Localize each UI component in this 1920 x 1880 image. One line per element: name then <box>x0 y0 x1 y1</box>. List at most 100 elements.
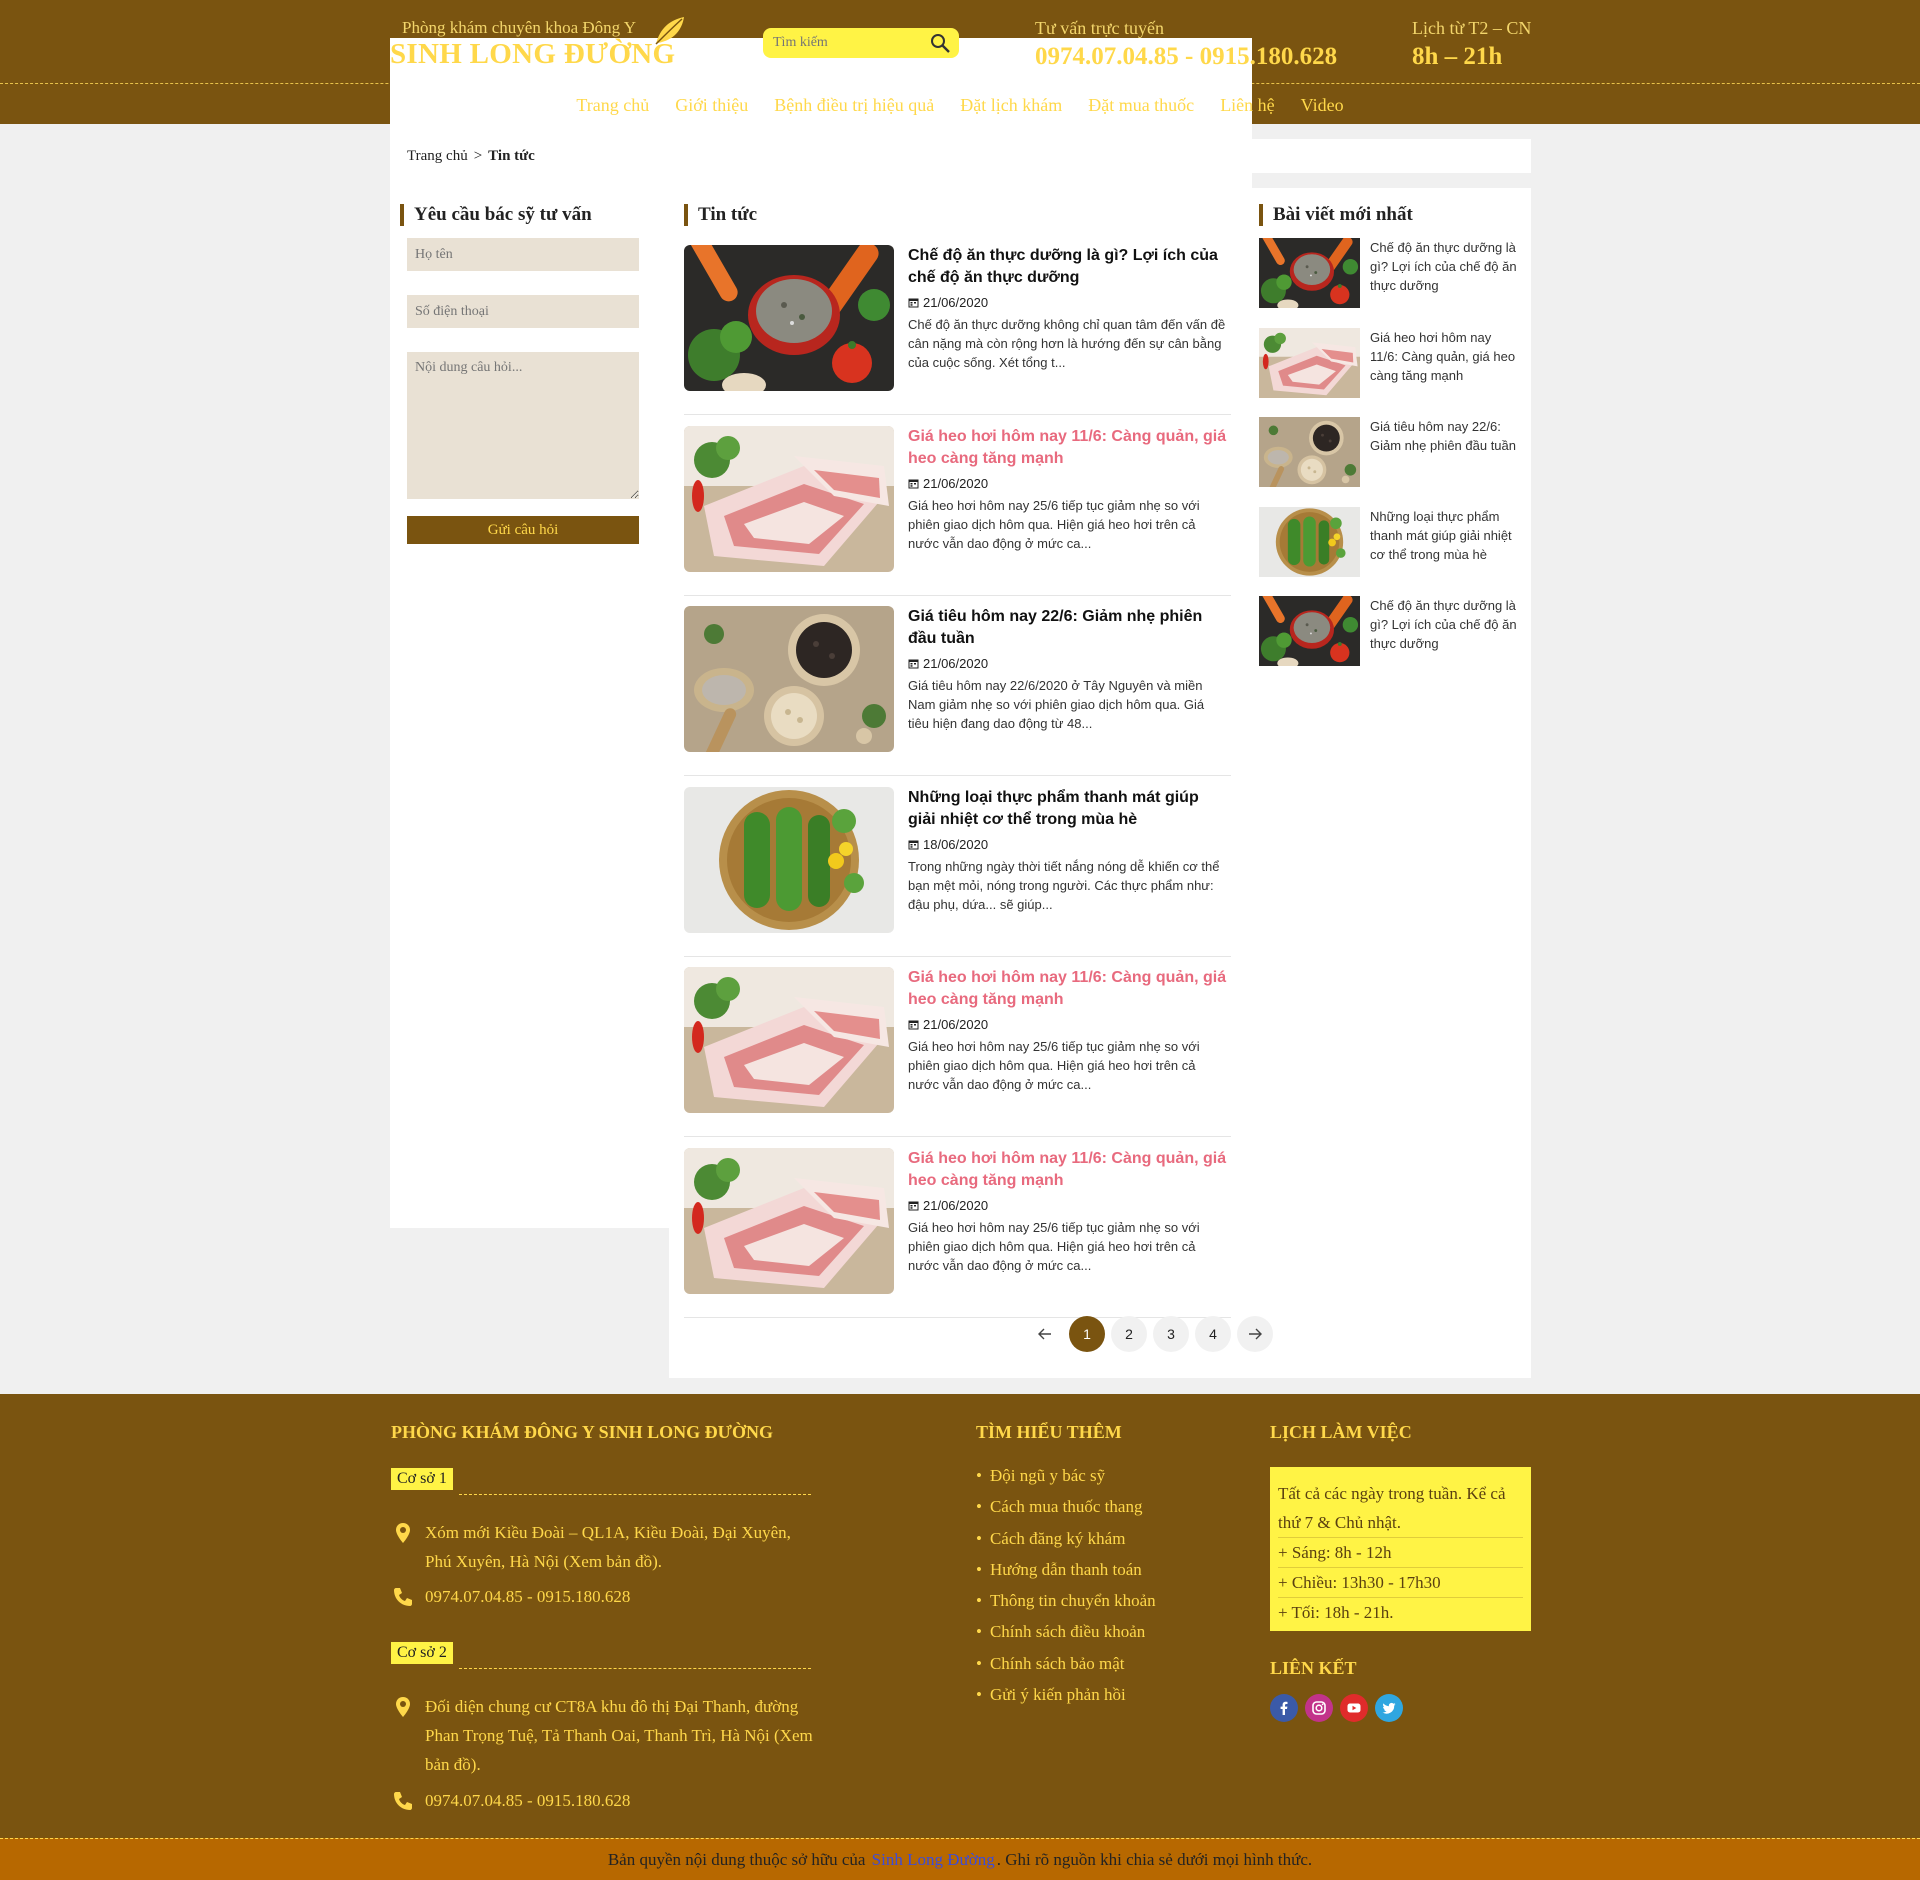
schedule-row: + Chiều: 13h30 - 17h30 <box>1278 1568 1523 1598</box>
copyright-prefix: Bản quyền nội dung thuộc sở hữu của <box>607 1849 866 1869</box>
news-post-thumbnail[interactable] <box>684 606 894 752</box>
news-post-thumbnail[interactable] <box>684 245 894 391</box>
nav-home[interactable]: Trang chủ <box>563 95 662 116</box>
news-post-info: Giá heo hơi hôm nay 11/6: Càng quản, giá… <box>908 1148 1228 1275</box>
latest-post-item[interactable]: Giá tiêu hôm nay 22/6: Giảm nhẹ phiên đầ… <box>1259 417 1529 489</box>
branch-1-address: Xóm mới Kiều Đoài – QL1A, Kiều Đoài, Đại… <box>391 1518 821 1576</box>
breadcrumb-home[interactable]: Trang chủ <box>407 148 468 165</box>
footer-link-feedback[interactable]: Gửi ý kiến phản hồi <box>976 1685 1156 1716</box>
nav-booking[interactable]: Đặt lịch khám <box>947 95 1075 116</box>
latest-post-item[interactable]: Giá heo hơi hôm nay 11/6: Càng quản, giá… <box>1259 327 1529 400</box>
pagination: 1 2 3 4 <box>669 1316 1531 1354</box>
news-post-title[interactable]: Giá tiêu hôm nay 22/6: Giảm nhẹ phiên đầ… <box>908 606 1228 650</box>
footer-link-privacy[interactable]: Chính sách bảo mật <box>976 1654 1156 1685</box>
copyright-brand-link[interactable]: Sinh Long Đường <box>872 1850 995 1870</box>
latest-post-item[interactable]: Chế độ ăn thực dưỡng là gì? Lợi ích của … <box>1259 596 1529 668</box>
footer-link-register[interactable]: Cách đăng ký khám <box>976 1529 1156 1560</box>
branch-1-header: Cơ sở 1 <box>391 1468 811 1495</box>
latest-post-thumbnail[interactable] <box>1259 596 1360 666</box>
nav-video[interactable]: Video <box>1288 95 1357 116</box>
footer-link-doctors[interactable]: Đội ngũ y bác sỹ <box>976 1466 1156 1497</box>
latest-post-item[interactable]: Chế độ ăn thực dưỡng là gì? Lợi ích của … <box>1259 238 1529 310</box>
calendar-icon <box>908 298 919 308</box>
breadcrumb-current: Tin tức <box>488 147 535 164</box>
search-input[interactable] <box>773 34 923 52</box>
page-4-button[interactable]: 4 <box>1195 1316 1231 1352</box>
header-topbar: Phòng khám chuyên khoa Đông Y SINH LONG … <box>0 0 1920 1228</box>
calendar-icon <box>908 1020 919 1030</box>
branch-2-address-text[interactable]: Đối diện chung cư CT8A khu đô thị Đại Th… <box>425 1697 813 1774</box>
arrow-right-icon <box>1249 1328 1262 1340</box>
news-post-title[interactable]: Chế độ ăn thực dưỡng là gì? Lợi ích của … <box>908 245 1228 289</box>
footer-schedule-title: LỊCH LÀM VIỆC <box>1270 1422 1412 1442</box>
latest-post-title[interactable]: Giá tiêu hôm nay 22/6: Giảm nhẹ phiên đầ… <box>1370 417 1522 455</box>
prev-page-button[interactable] <box>1027 1316 1063 1352</box>
hotline-number[interactable]: 0974.07.04.85 - 0915.180.628 <box>1035 43 1337 71</box>
latest-post-thumbnail[interactable] <box>1259 238 1360 308</box>
branch-1-phone: 0974.07.04.85 - 0915.180.628 <box>391 1582 821 1611</box>
news-post-date: 21/06/2020 <box>908 656 1228 671</box>
search-icon[interactable] <box>929 32 951 54</box>
main-nav: Trang chủ Giới thiệu Bệnh điều trị hiệu … <box>0 86 1920 124</box>
news-post-date: 21/06/2020 <box>908 1017 1228 1032</box>
twitter-icon[interactable] <box>1375 1694 1403 1722</box>
latest-post-title[interactable]: Chế độ ăn thực dưỡng là gì? Lợi ích của … <box>1370 596 1522 653</box>
social-links <box>1270 1694 1403 1722</box>
latest-post-title[interactable]: Giá heo hơi hôm nay 11/6: Càng quản, giá… <box>1370 328 1522 385</box>
news-post-title[interactable]: Giá heo hơi hôm nay 11/6: Càng quản, giá… <box>908 967 1228 1011</box>
page-3-button[interactable]: 3 <box>1153 1316 1189 1352</box>
news-post-date-text: 21/06/2020 <box>923 1197 989 1213</box>
nav-contact[interactable]: Liên hệ <box>1207 95 1287 116</box>
news-post-title[interactable]: Giá heo hơi hôm nay 11/6: Càng quản, giá… <box>908 426 1228 470</box>
question-field[interactable] <box>407 352 639 499</box>
latest-post-title[interactable]: Những loại thực phẩm thanh mát giúp giải… <box>1370 507 1522 564</box>
news-post-info: Giá tiêu hôm nay 22/6: Giảm nhẹ phiên đầ… <box>908 606 1228 733</box>
next-page-button[interactable] <box>1237 1316 1273 1352</box>
site-header: Phòng khám chuyên khoa Đông Y SINH LONG … <box>0 0 1920 1228</box>
news-post-thumbnail[interactable] <box>684 786 894 933</box>
news-post-info: Chế độ ăn thực dưỡng là gì? Lợi ích của … <box>908 245 1228 372</box>
site-logo[interactable]: Phòng khám chuyên khoa Đông Y SINH LONG … <box>390 14 1252 1228</box>
search-box <box>763 28 959 58</box>
leaf-icon <box>655 17 684 45</box>
footer-learn-title: TÌM HIỂU THÊM <box>976 1422 1122 1442</box>
schedule-box: Tất cả các ngày trong tuần. Kể cả thứ 7 … <box>1270 1467 1531 1631</box>
nav-order-medicine[interactable]: Đặt mua thuốc <box>1075 95 1207 116</box>
nav-treatments[interactable]: Bệnh điều trị hiệu quả <box>761 95 947 116</box>
footer-link-buy-medicine[interactable]: Cách mua thuốc thang <box>976 1497 1156 1528</box>
news-post-thumbnail[interactable] <box>684 967 894 1113</box>
latest-post-title[interactable]: Chế độ ăn thực dưỡng là gì? Lợi ích của … <box>1370 238 1522 295</box>
branch-1-phone-text[interactable]: 0974.07.04.85 - 0915.180.628 <box>425 1587 630 1606</box>
name-field[interactable] <box>407 238 639 271</box>
news-post-info: Giá heo hơi hôm nay 11/6: Càng quản, giá… <box>908 426 1228 553</box>
footer-link-transfer-info[interactable]: Thông tin chuyển khoản <box>976 1591 1156 1622</box>
page-2-button[interactable]: 2 <box>1111 1316 1147 1352</box>
phone-field[interactable] <box>407 295 639 328</box>
footer-link-terms[interactable]: Chính sách điều khoản <box>976 1622 1156 1653</box>
news-post-info: Những loại thực phẩm thanh mát giúp giải… <box>908 787 1228 914</box>
nav-about[interactable]: Giới thiệu <box>662 95 761 116</box>
facebook-icon[interactable] <box>1270 1694 1298 1722</box>
youtube-icon[interactable] <box>1340 1694 1368 1722</box>
branch-2-phone-text[interactable]: 0974.07.04.85 - 0915.180.628 <box>425 1791 630 1810</box>
branch-1-address-text[interactable]: Xóm mới Kiều Đoài – QL1A, Kiều Đoài, Đại… <box>425 1523 791 1571</box>
news-post-thumbnail[interactable] <box>684 1147 894 1294</box>
latest-post-thumbnail[interactable] <box>1259 506 1360 577</box>
latest-post-thumbnail[interactable] <box>1259 327 1360 398</box>
footer-link-payment-guide[interactable]: Hướng dẫn thanh toán <box>976 1560 1156 1591</box>
hotline-label: Tư vấn trực tuyến <box>1035 18 1164 38</box>
send-question-button[interactable]: Gửi câu hỏi <box>407 516 639 544</box>
news-post: Giá tiêu hôm nay 22/6: Giảm nhẹ phiên đầ… <box>684 596 1231 776</box>
news-post-excerpt: Giá heo hơi hôm nay 25/6 tiếp tục giảm n… <box>908 1219 1200 1273</box>
calendar-icon <box>908 840 919 849</box>
latest-post-thumbnail[interactable] <box>1259 417 1360 487</box>
news-post: Giá heo hơi hôm nay 11/6: Càng quản, giá… <box>684 416 1231 596</box>
news-post-excerpt: Giá tiêu hôm nay 22/6/2020 ở Tây Nguyên … <box>908 678 1205 731</box>
page-1-button[interactable]: 1 <box>1069 1316 1105 1352</box>
news-post-title[interactable]: Giá heo hơi hôm nay 11/6: Càng quản, giá… <box>908 1148 1228 1192</box>
news-post-title[interactable]: Những loại thực phẩm thanh mát giúp giải… <box>908 787 1228 831</box>
instagram-icon[interactable] <box>1305 1694 1333 1722</box>
news-post-thumbnail[interactable] <box>684 425 894 572</box>
branch-2-label: Cơ sở 2 <box>391 1642 453 1664</box>
latest-post-item[interactable]: Những loại thực phẩm thanh mát giúp giải… <box>1259 506 1529 579</box>
